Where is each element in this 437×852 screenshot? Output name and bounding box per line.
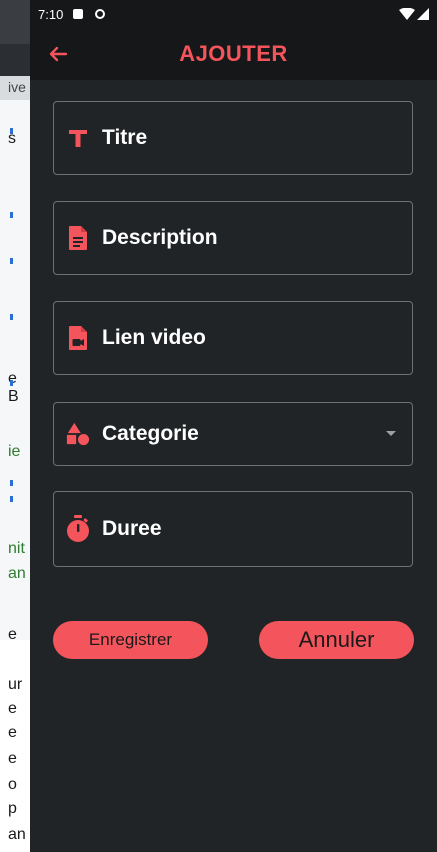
back-arrow-icon[interactable] xyxy=(46,42,70,66)
category-select[interactable]: Categorie xyxy=(53,402,413,466)
background-tabbar: ive xyxy=(0,76,30,100)
background-pane-bottom: e ur e e e o p an xyxy=(0,626,30,852)
document-icon xyxy=(66,226,90,250)
background-toolbar xyxy=(0,0,30,44)
signal-icon xyxy=(417,8,429,20)
text-title-icon xyxy=(66,126,90,150)
background-window: ive s e B ie nit an e ur e e e o p an xyxy=(0,0,30,852)
background-marker xyxy=(10,212,13,218)
background-marker xyxy=(10,496,13,502)
background-pane: s e B ie nit an xyxy=(0,100,30,640)
status-icons xyxy=(399,8,429,20)
cancel-button[interactable]: Annuler xyxy=(259,621,414,659)
background-snippet: e xyxy=(8,724,17,741)
sd-card-icon xyxy=(73,9,84,19)
title-field[interactable]: Titre xyxy=(53,101,413,175)
phone-screen: 7:10 AJOUTER Titre Description Lien vide… xyxy=(30,0,437,852)
background-snippet: e xyxy=(8,626,17,643)
background-snippet: e xyxy=(8,750,17,767)
background-snippet: ive xyxy=(8,79,26,95)
status-time: 7:10 xyxy=(38,6,64,22)
duration-field-label: Duree xyxy=(102,517,162,540)
background-snippet: e xyxy=(8,700,17,717)
background-marker xyxy=(10,128,13,134)
background-snippet: ur xyxy=(8,676,23,693)
background-snippet: nit xyxy=(8,540,25,557)
title-field-label: Titre xyxy=(102,126,148,149)
description-field[interactable]: Description xyxy=(53,201,413,275)
background-marker xyxy=(10,314,13,320)
background-marker xyxy=(10,480,13,486)
save-button[interactable]: Enregistrer xyxy=(53,621,208,659)
status-bar: 7:10 xyxy=(30,0,437,28)
video-file-icon xyxy=(66,326,90,350)
background-marker xyxy=(10,258,13,264)
background-snippet: o xyxy=(8,776,17,793)
timer-icon xyxy=(66,515,90,542)
wifi-icon xyxy=(399,8,415,20)
background-snippet: e B xyxy=(8,370,19,405)
description-field-label: Description xyxy=(102,226,218,249)
shapes-icon xyxy=(66,422,90,446)
video-link-field-label: Lien video xyxy=(102,326,206,349)
background-snippet: p xyxy=(8,800,17,817)
page-title: AJOUTER xyxy=(179,41,288,66)
duration-field[interactable]: Duree xyxy=(53,491,413,567)
background-marker xyxy=(10,380,13,386)
category-select-label: Categorie xyxy=(102,422,199,445)
background-snippet: ie xyxy=(8,443,21,460)
background-snippet: an xyxy=(8,826,26,843)
sync-icon xyxy=(95,9,106,19)
video-link-field[interactable]: Lien video xyxy=(53,301,413,375)
background-snippet: an xyxy=(8,565,26,582)
chevron-down-icon[interactable] xyxy=(386,431,396,436)
app-bar: AJOUTER xyxy=(30,28,437,80)
